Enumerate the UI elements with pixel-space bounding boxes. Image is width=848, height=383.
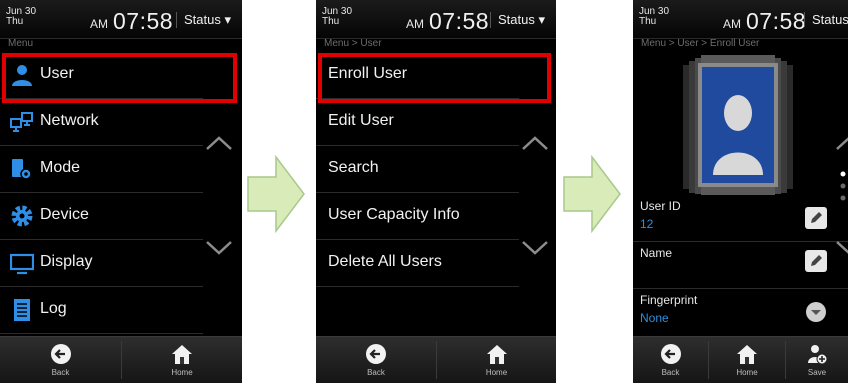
status-button[interactable]: Status (804, 12, 848, 27)
status-bar: Jun 30 Thu AM 07:58 Status ▾ (316, 0, 556, 39)
flow-arrow-icon (563, 155, 621, 233)
status-button[interactable]: Status ▾ (490, 12, 545, 28)
scroll-up-icon[interactable] (203, 133, 235, 153)
menu-item-label: Mode (40, 159, 81, 176)
selection-highlight (2, 53, 237, 103)
field-label: User ID (640, 199, 681, 213)
menu-item-network[interactable]: Network (0, 99, 203, 146)
menu-item-label: Network (40, 112, 99, 129)
home-button[interactable]: Home (437, 337, 556, 383)
breadcrumb: Menu > User (324, 38, 382, 49)
bottom-bar: Back Home (0, 336, 242, 383)
scroll-down-icon[interactable] (833, 238, 848, 258)
save-button[interactable]: Save (786, 337, 848, 383)
menu-item-edit-user[interactable]: Edit User (316, 99, 519, 146)
menu-screen: Jun 30 Thu AM 07:58 Status ▾ Menu User N… (0, 0, 242, 383)
back-button[interactable]: Back (633, 337, 708, 383)
mode-icon (12, 159, 32, 180)
monitor-icon (10, 253, 34, 275)
clock-time: 07:58 (429, 8, 490, 34)
selection-highlight (318, 53, 551, 103)
menu-item-label: Display (40, 253, 93, 270)
enroll-user-screen: Jun 30 Thu AM 07:58 Status Menu > User >… (633, 0, 848, 383)
pencil-icon[interactable] (805, 207, 827, 229)
menu-item-mode[interactable]: Mode (0, 146, 203, 193)
flow-arrow-icon (247, 155, 305, 233)
menu-item-display[interactable]: Display (0, 240, 203, 287)
menu-item-label: Edit User (328, 112, 394, 129)
name-field: Name (633, 242, 848, 289)
home-button[interactable]: Home (122, 337, 242, 383)
date-display: Jun 30 Thu (639, 6, 670, 27)
date-display: Jun 30 Thu (6, 6, 37, 27)
status-button[interactable]: Status ▾ (176, 12, 231, 28)
menu-item-label: Delete All Users (328, 253, 442, 270)
menu-item-label: Search (328, 159, 379, 176)
date-display: Jun 30 Thu (322, 6, 353, 27)
network-icon (10, 112, 33, 132)
back-arrow-icon (660, 344, 681, 364)
menu-item-label: User Capacity Info (328, 206, 460, 223)
page-indicator (840, 171, 846, 201)
home-icon (737, 345, 757, 364)
back-button[interactable]: Back (316, 337, 436, 383)
clock-time: 07:58 (113, 8, 174, 34)
home-icon (486, 345, 507, 364)
scroll-up-icon[interactable] (519, 133, 551, 153)
bottom-bar: Back Home Save (633, 336, 848, 383)
pencil-icon[interactable] (805, 250, 827, 272)
back-arrow-icon (366, 344, 386, 364)
scroll-down-icon[interactable] (519, 238, 551, 258)
clock-time: 07:58 (746, 8, 807, 34)
scroll-down-icon[interactable] (203, 238, 235, 258)
back-button[interactable]: Back (0, 337, 121, 383)
user-menu-screen: Jun 30 Thu AM 07:58 Status ▾ Menu > User… (316, 0, 556, 383)
user-photo[interactable] (673, 55, 803, 195)
gear-icon (11, 205, 33, 227)
dropdown-icon[interactable] (805, 301, 827, 323)
status-bar: Jun 30 Thu AM 07:58 Status (633, 0, 848, 39)
menu-item-log[interactable]: Log (0, 287, 203, 334)
fingerprint-field: Fingerprint None (633, 289, 848, 335)
breadcrumb: Menu > User > Enroll User (641, 38, 760, 49)
field-value: None (640, 311, 669, 325)
log-icon (14, 299, 30, 321)
menu-item-delete-all-users[interactable]: Delete All Users (316, 240, 519, 287)
menu-item-user-capacity-info[interactable]: User Capacity Info (316, 193, 519, 240)
menu-item-search[interactable]: Search (316, 146, 519, 193)
breadcrumb: Menu (8, 38, 34, 49)
field-label: Name (640, 246, 673, 260)
field-value: 12 (640, 217, 654, 231)
status-bar: Jun 30 Thu AM 07:58 Status ▾ (0, 0, 242, 39)
user-id-field: User ID 12 (633, 195, 848, 242)
menu-item-label: Device (40, 206, 89, 223)
add-user-icon (808, 345, 828, 365)
ampm-label: AM (406, 17, 424, 31)
back-arrow-icon (50, 344, 71, 364)
ampm-label: AM (723, 17, 741, 31)
scroll-up-icon[interactable] (833, 133, 848, 153)
home-icon (172, 345, 192, 364)
ampm-label: AM (90, 17, 108, 31)
menu-item-device[interactable]: Device (0, 193, 203, 240)
bottom-bar: Back Home (316, 336, 556, 383)
field-label: Fingerprint (640, 293, 698, 307)
menu-item-label: Log (40, 300, 67, 317)
home-button[interactable]: Home (709, 337, 785, 383)
